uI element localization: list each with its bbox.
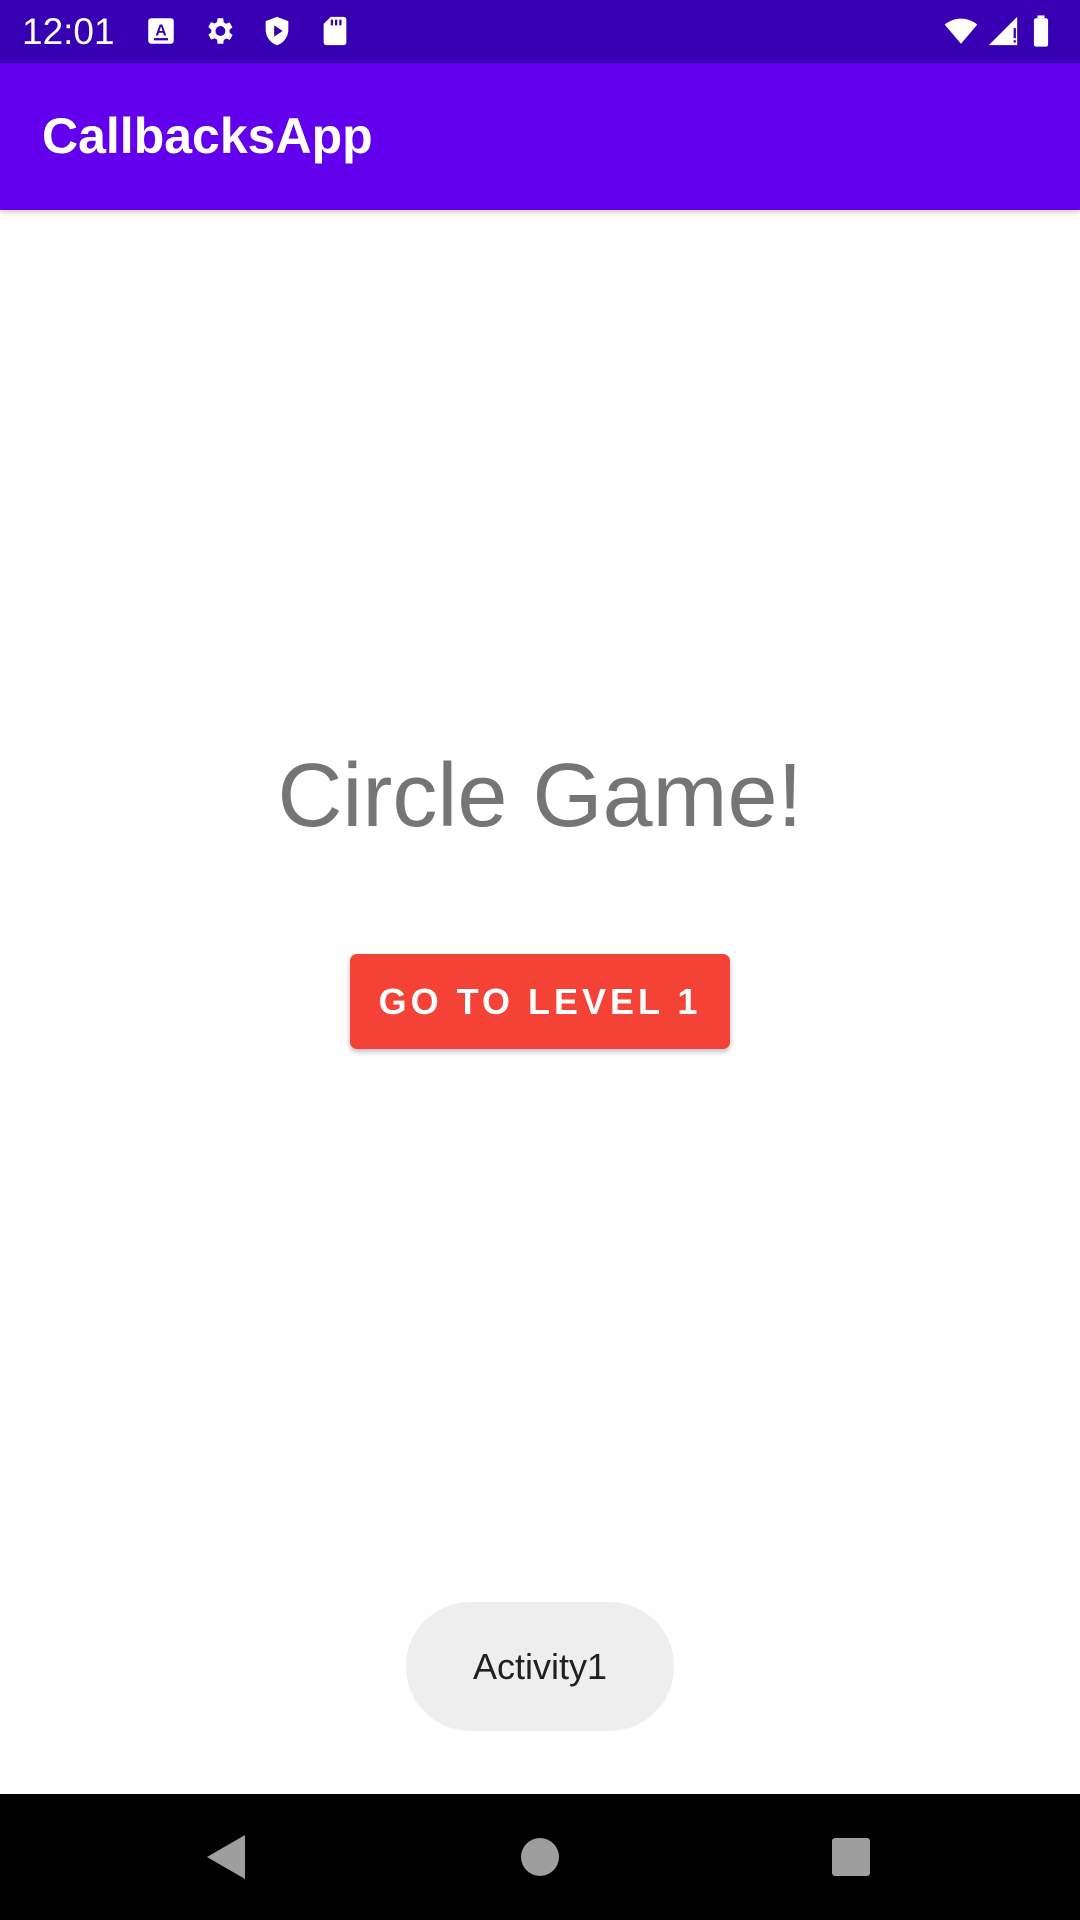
wifi-icon <box>944 14 978 48</box>
settings-gear-icon <box>202 14 236 48</box>
battery-icon <box>1030 14 1060 48</box>
cellular-signal-icon <box>986 14 1020 48</box>
svg-text:A: A <box>155 22 166 39</box>
game-title: Circle Game! <box>277 746 803 846</box>
recents-icon[interactable] <box>806 1812 896 1902</box>
status-bar: 12:01 A <box>0 0 1080 63</box>
app-bar: CallbacksApp <box>0 63 1080 210</box>
play-protect-icon <box>260 14 294 48</box>
status-time: 12:01 <box>22 11 115 52</box>
back-icon[interactable] <box>180 1812 270 1902</box>
go-to-level-button[interactable]: GO TO LEVEL 1 <box>350 954 730 1049</box>
keyboard-a-icon: A <box>144 14 178 48</box>
sd-card-icon <box>318 14 352 48</box>
screen: 12:01 A CallbacksApp Circle Game! GO TO … <box>0 0 1080 1920</box>
app-title: CallbacksApp <box>42 108 373 164</box>
toast-message: Activity1 <box>406 1602 674 1731</box>
home-icon[interactable] <box>495 1812 585 1902</box>
navigation-bar <box>0 1794 1080 1920</box>
